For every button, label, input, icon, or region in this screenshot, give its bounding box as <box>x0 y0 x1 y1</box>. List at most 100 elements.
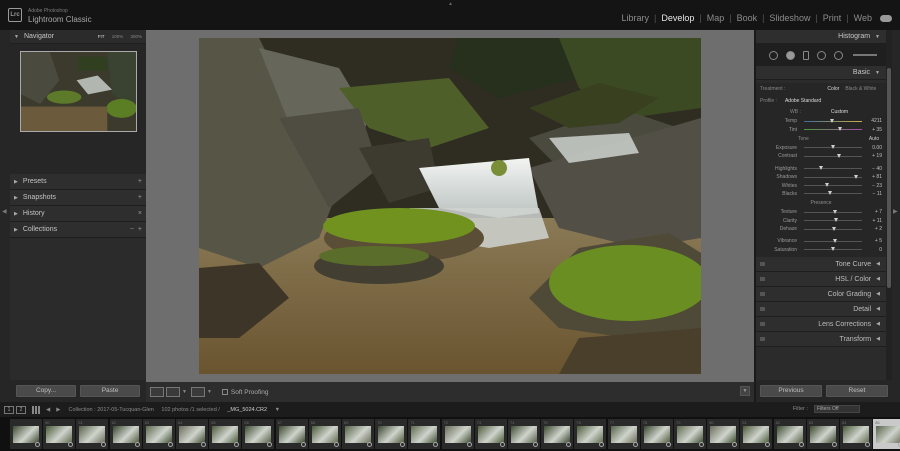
filmstrip-thumbnail[interactable]: 80 <box>707 419 740 449</box>
slider-texture[interactable]: Texture + 7 <box>760 208 882 216</box>
basic-header[interactable]: Basic ▼ <box>756 66 886 80</box>
slider-clarity[interactable]: Clarity + 11 <box>760 217 882 225</box>
toolbar-content-dropdown[interactable]: ▼ <box>740 386 750 396</box>
main-photo[interactable] <box>199 38 701 374</box>
filmstrip-thumbnail[interactable]: 62 <box>109 419 142 449</box>
copy-button[interactable]: Copy... <box>16 385 76 397</box>
navigator-thumbnail[interactable] <box>20 51 137 132</box>
slider-value[interactable]: 0 <box>866 247 882 253</box>
slider-blacks[interactable]: Blacks − 11 <box>760 190 882 198</box>
slider-dehaze[interactable]: Dehaze + 2 <box>760 225 882 233</box>
previous-button[interactable]: Previous <box>760 385 822 397</box>
snapshots-section[interactable]: ▶ Snapshots + <box>10 190 146 206</box>
filmstrip-thumbnail[interactable]: 79 <box>674 419 706 449</box>
filmstrip-thumbnail[interactable]: 75 <box>541 419 574 449</box>
auto-tone-button[interactable]: Auto <box>869 136 879 142</box>
treatment-bw-option[interactable]: Black & White <box>845 86 876 92</box>
panel-toggle-icon[interactable] <box>760 337 765 342</box>
module-web[interactable]: Web <box>852 13 874 23</box>
zoom-100[interactable]: 100% <box>112 34 124 39</box>
histogram-header[interactable]: Histogram ▼ <box>756 30 886 44</box>
slider-value[interactable]: + 5 <box>866 238 882 244</box>
lens-corrections-section[interactable]: Lens Corrections ◀ <box>756 317 886 333</box>
profile-dropdown[interactable]: Adobe Standard <box>785 98 821 104</box>
filmstrip-thumbnail[interactable] <box>10 419 42 449</box>
tone-curve-section[interactable]: Tone Curve ◀ <box>756 257 886 273</box>
slider-value[interactable]: − 23 <box>866 183 882 189</box>
zoom-300[interactable]: 300% <box>130 34 142 39</box>
forward-arrow-icon[interactable]: ▶ <box>56 407 60 413</box>
graduated-filter-icon[interactable] <box>817 50 826 60</box>
filmstrip-thumbnail[interactable]: 72 <box>441 419 474 449</box>
right-panel-toggle[interactable]: ▶ <box>892 30 900 402</box>
source-caret-icon[interactable]: ▼ <box>275 407 280 413</box>
treatment-color-option[interactable]: Color <box>827 86 839 92</box>
before-after-icon[interactable] <box>166 387 180 397</box>
filmstrip-thumbnail[interactable]: 83 <box>806 419 839 449</box>
slider-value[interactable]: − 11 <box>866 191 883 197</box>
slider-temp[interactable]: Temp 4211 <box>760 117 882 125</box>
presets-section[interactable]: ▶ Presets + <box>10 174 146 190</box>
transform-section[interactable]: Transform ◀ <box>756 332 886 348</box>
filmstrip-thumbnail[interactable]: 84 <box>840 419 872 449</box>
filmstrip-thumbnail[interactable]: 66 <box>242 419 275 449</box>
module-map[interactable]: Map <box>705 13 727 23</box>
red-eye-tool-icon[interactable] <box>803 50 809 60</box>
panel-toggle-icon[interactable] <box>760 277 765 282</box>
add-collection-icon[interactable]: + <box>138 226 142 233</box>
compare-caret-icon[interactable]: ▼ <box>207 389 212 395</box>
filmstrip-thumbnail[interactable]: 64 <box>176 419 208 449</box>
module-library[interactable]: Library <box>619 13 651 23</box>
brush-size-slider[interactable] <box>853 54 877 56</box>
filmstrip-thumbnail[interactable]: 69 <box>342 419 374 449</box>
module-book[interactable]: Book <box>735 13 760 23</box>
hsl-section[interactable]: HSL / Color ◀ <box>756 272 886 288</box>
navigator-header[interactable]: ▼ Navigator FIT 100% 300% <box>10 30 146 44</box>
filter-dropdown[interactable]: Filters Off <box>814 405 860 413</box>
slider-contrast[interactable]: Contrast + 19 <box>760 152 882 160</box>
filmstrip-source[interactable]: Collection : 2017-05-Tucquan-Glen 102 ph… <box>68 407 286 413</box>
slider-value[interactable]: + 2 <box>866 226 882 232</box>
filmstrip-thumbnail[interactable]: 76 <box>574 419 607 449</box>
collapse-top-arrow-icon[interactable]: ▲ <box>448 1 453 7</box>
back-arrow-icon[interactable]: ◀ <box>46 407 50 413</box>
wb-dropdown[interactable]: Custom <box>831 109 848 115</box>
radial-filter-icon[interactable] <box>834 50 843 60</box>
filmstrip-thumbnail[interactable]: 60 <box>43 419 76 449</box>
soft-proofing-checkbox[interactable] <box>221 389 228 395</box>
filmstrip-thumbnail[interactable]: 65 <box>209 419 242 449</box>
module-print[interactable]: Print <box>821 13 844 23</box>
spot-removal-tool-icon[interactable] <box>786 50 795 60</box>
slider-whites[interactable]: Whites − 23 <box>760 181 882 189</box>
filmstrip-thumbnail[interactable]: 61 <box>76 419 109 449</box>
slider-exposure[interactable]: Exposure 0.00 <box>760 144 882 152</box>
slider-highlights[interactable]: Highlights − 40 <box>760 165 882 173</box>
paste-button[interactable]: Paste <box>80 385 140 397</box>
filmstrip-thumbnail[interactable]: 63 <box>142 419 175 449</box>
panel-toggle-icon[interactable] <box>760 307 765 312</box>
filmstrip-thumbnail[interactable]: 70 <box>375 419 408 449</box>
slider-value[interactable]: 4211 <box>866 118 882 124</box>
slider-shadows[interactable]: Shadows + 81 <box>760 173 882 181</box>
filmstrip-thumbnail[interactable]: 68 <box>308 419 341 449</box>
zoom-fit[interactable]: FIT <box>98 34 105 39</box>
left-panel-toggle[interactable]: ◀ <box>0 30 10 402</box>
add-snapshot-icon[interactable]: + <box>138 194 142 201</box>
filmstrip-thumbnail[interactable]: 73 <box>474 419 507 449</box>
slider-vibrance[interactable]: Vibrance + 5 <box>760 237 882 245</box>
slider-tint[interactable]: Tint + 35 <box>760 125 882 133</box>
slider-value[interactable]: + 35 <box>866 127 882 133</box>
window-1-button[interactable]: 1 <box>4 405 14 414</box>
filmstrip-thumbnail[interactable]: 82 <box>773 419 806 449</box>
clear-history-icon[interactable]: × <box>138 210 142 217</box>
filmstrip-thumbnail[interactable]: 81 <box>740 419 773 449</box>
yy-compare-icon[interactable] <box>190 387 205 397</box>
loupe-view-icon[interactable] <box>150 387 164 397</box>
slider-value[interactable]: + 81 <box>866 174 882 180</box>
detail-section[interactable]: Detail ◀ <box>756 302 886 318</box>
slider-value[interactable]: − 40 <box>866 166 882 172</box>
collections-section[interactable]: ▶ Collections − + <box>10 222 146 238</box>
grid-view-icon[interactable] <box>32 405 40 414</box>
filmstrip-thumbnail[interactable]: 74 <box>508 419 540 449</box>
slider-value[interactable]: + 11 <box>866 218 883 224</box>
